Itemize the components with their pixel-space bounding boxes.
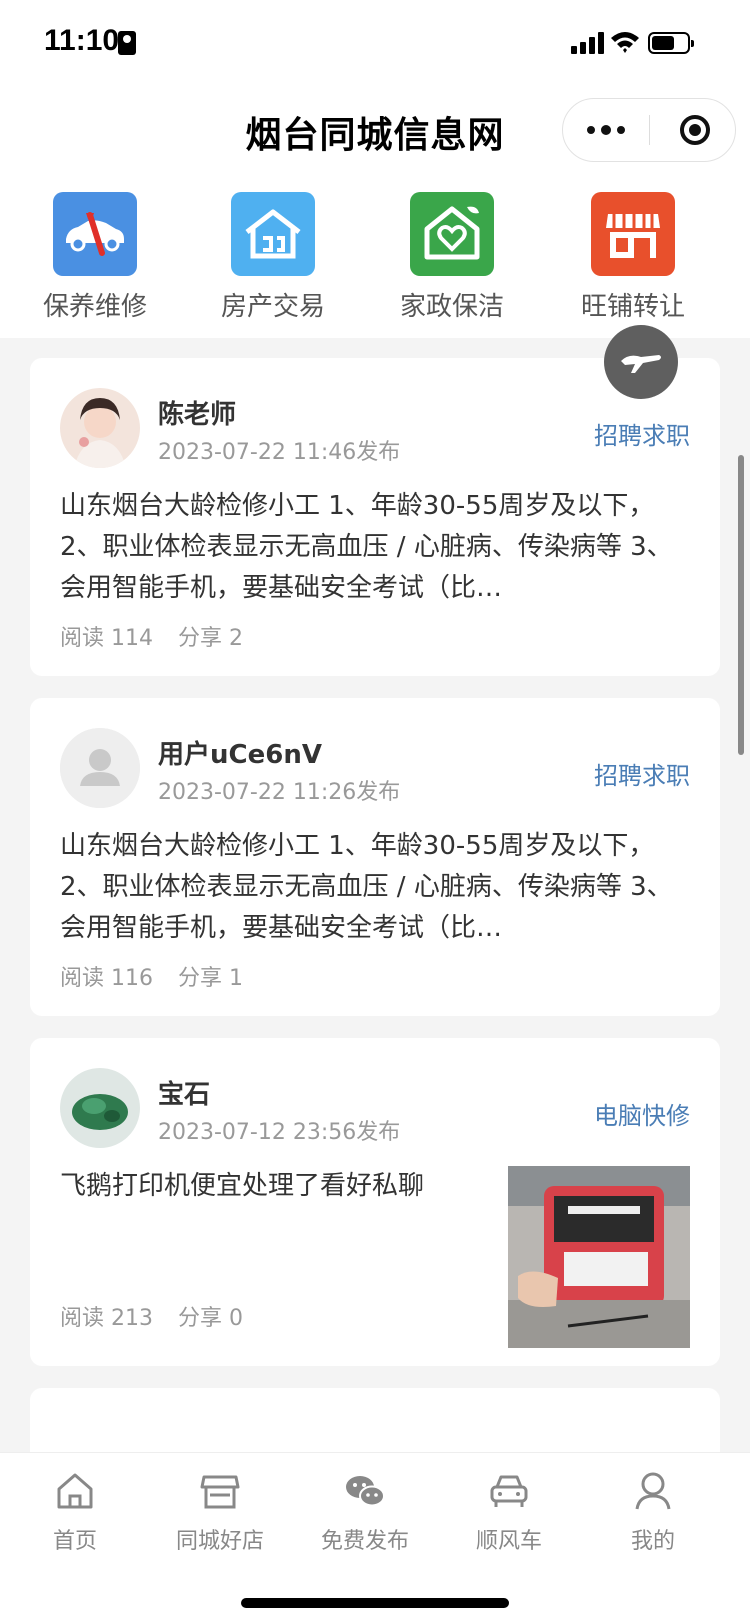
author-name: 陈老师 — [158, 400, 237, 430]
tab-local-shops[interactable]: 同城好店 — [145, 1469, 295, 1555]
tab-rideshare[interactable]: 顺风车 — [434, 1469, 584, 1555]
post-time: 2023-07-12 23:56发布 — [158, 1120, 401, 1145]
home-indicator — [241, 1598, 509, 1608]
category-label: 保养维修 — [42, 292, 147, 322]
category-label: 家政保洁 — [399, 292, 504, 322]
share-count: 分享 2 — [178, 626, 243, 651]
close-mini-program-button[interactable] — [663, 99, 727, 161]
post-time: 2023-07-22 11:46发布 — [158, 440, 401, 465]
tab-label: 首页 — [52, 1529, 97, 1554]
wechat-icon — [346, 1476, 385, 1507]
share-count: 分享 0 — [178, 1306, 243, 1331]
author-name: 宝石 — [158, 1080, 211, 1110]
capsule-divider — [649, 115, 650, 145]
post-card[interactable]: 用户uCe6nV 2023-07-22 11:26发布 招聘求职 山东烟台大龄检… — [30, 698, 720, 1016]
category-grid: 保养维修 房产交易 家政保洁 旺铺转让 — [0, 168, 750, 338]
author-name: 用户uCe6nV — [158, 740, 322, 770]
scrollbar[interactable] — [738, 455, 744, 755]
default-avatar-icon[interactable] — [60, 728, 140, 808]
storefront-icon — [591, 192, 675, 276]
target-icon — [680, 115, 710, 145]
status-time: 11:10 — [44, 24, 120, 57]
tab-label: 同城好店 — [175, 1529, 264, 1554]
post-card[interactable]: 陈老师 2023-07-22 11:46发布 招聘求职 山东烟台大龄检修小工 1… — [30, 358, 720, 676]
status-bar: 11:10 — [0, 0, 750, 88]
car-repair-icon — [53, 192, 137, 276]
wifi-icon — [611, 32, 639, 53]
post-content: 山东烟台大龄检修小工 1、年龄30-55周岁及以下， 2、职业体检表显示无高血压… — [60, 491, 673, 603]
avatar[interactable] — [60, 1068, 140, 1148]
post-category-tag[interactable]: 招聘求职 — [594, 756, 690, 791]
car-icon — [490, 1475, 528, 1507]
tab-profile[interactable]: 我的 — [578, 1469, 728, 1555]
signal-icon — [571, 32, 605, 54]
read-count: 阅读 114 — [60, 626, 153, 651]
category-label: 房产交易 — [220, 292, 325, 322]
floating-action-button[interactable] — [604, 325, 678, 399]
tab-label: 顺风车 — [475, 1529, 542, 1554]
category-real-estate[interactable]: 房产交易 — [178, 192, 368, 323]
contact-card-icon — [118, 31, 136, 55]
post-stats: 阅读 116 分享 1 — [60, 960, 261, 992]
category-housekeeping[interactable]: 家政保洁 — [357, 192, 547, 323]
nav-bar: 烟台同城信息网 — [0, 88, 750, 168]
category-shop-transfer[interactable]: 旺铺转让 — [538, 192, 728, 323]
user-icon — [635, 1472, 671, 1510]
home-icon — [57, 1473, 93, 1509]
battery-icon — [648, 32, 694, 54]
category-label: 旺铺转让 — [580, 292, 685, 322]
post-content: 飞鹅打印机便宜处理了看好私聊 — [60, 1171, 425, 1201]
tab-label: 我的 — [630, 1529, 675, 1554]
post-stats: 阅读 213 分享 0 — [60, 1300, 261, 1332]
post-category-tag[interactable]: 招聘求职 — [594, 416, 690, 451]
avatar[interactable] — [60, 388, 140, 468]
post-stats: 阅读 114 分享 2 — [60, 620, 261, 652]
read-count: 阅读 213 — [60, 1306, 153, 1331]
post-card[interactable]: 宝石 2023-07-12 23:56发布 电脑快修 飞鹅打印机便宜处理了看好私… — [30, 1038, 720, 1366]
airplane-icon — [621, 355, 661, 373]
tab-free-post[interactable]: 免费发布 — [290, 1469, 440, 1555]
house-icon — [231, 192, 315, 276]
post-image[interactable] — [508, 1166, 690, 1348]
more-menu-button[interactable] — [563, 99, 649, 161]
tab-home[interactable]: 首页 — [0, 1469, 150, 1555]
mini-program-capsule — [562, 98, 736, 162]
post-content: 山东烟台大龄检修小工 1、年龄30-55周岁及以下， 2、职业体检表显示无高血压… — [60, 831, 673, 943]
post-category-tag[interactable]: 电脑快修 — [594, 1096, 690, 1131]
share-count: 分享 1 — [178, 966, 243, 991]
tab-label: 免费发布 — [320, 1529, 409, 1554]
category-maintenance[interactable]: 保养维修 — [0, 192, 190, 323]
read-count: 阅读 116 — [60, 966, 153, 991]
home-heart-icon — [410, 192, 494, 276]
post-time: 2023-07-22 11:26发布 — [158, 780, 401, 805]
shop-icon — [200, 1475, 240, 1509]
